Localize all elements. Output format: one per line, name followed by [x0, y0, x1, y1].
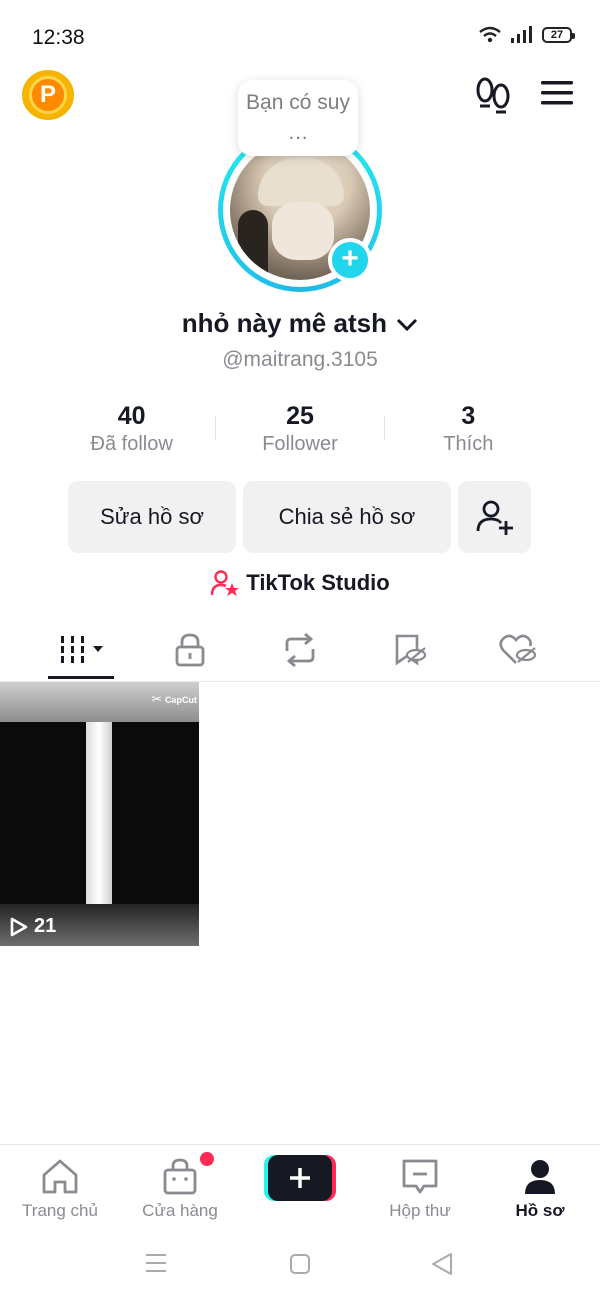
tab-reposts[interactable]	[250, 620, 350, 680]
status-icons: 27	[478, 26, 575, 44]
stat-followers[interactable]: 25 Follower	[216, 402, 383, 466]
profile-tabs	[0, 620, 600, 682]
notification-dot	[200, 1152, 214, 1166]
stat-label: Thích	[443, 433, 494, 455]
shopping-bag-icon	[163, 1158, 197, 1195]
active-tab-indicator	[48, 676, 114, 679]
nav-label: Hộp thư	[389, 1201, 451, 1220]
add-friends-button[interactable]	[458, 481, 531, 553]
username: @maitrang.3105	[222, 348, 378, 371]
add-user-icon	[476, 500, 513, 535]
video-views: 21	[10, 915, 56, 938]
display-name: nhỏ này mê atsh	[181, 308, 387, 338]
tiktok-studio-link[interactable]: TikTok Studio	[0, 568, 600, 598]
battery-icon: 27	[542, 27, 575, 43]
tab-liked[interactable]	[468, 620, 568, 680]
stat-label: Follower	[262, 433, 338, 455]
nav-label: Hồ sơ	[515, 1201, 565, 1220]
profile-note-bubble[interactable]: Bạn có suy …	[238, 80, 358, 156]
nav-profile[interactable]: Hồ sơ	[480, 1157, 600, 1221]
nav-label: Trang chủ	[22, 1201, 98, 1220]
stat-likes[interactable]: 3 Thích	[385, 402, 552, 466]
recents-icon[interactable]	[144, 1252, 168, 1274]
repost-icon	[285, 633, 315, 667]
status-bar: 12:38 27	[0, 0, 600, 70]
video-thumbnail[interactable]: ✂ CapCut 21	[0, 682, 199, 946]
add-story-button[interactable]: +	[328, 238, 372, 282]
stat-label: Đã follow	[90, 433, 173, 455]
chevron-down-icon	[397, 319, 418, 332]
inbox-icon	[402, 1159, 438, 1194]
stat-value: 25	[286, 402, 314, 430]
videos-grid-icon	[61, 636, 103, 663]
liked-hidden-icon	[499, 634, 537, 664]
create-button[interactable]	[264, 1155, 336, 1201]
wifi-icon	[479, 26, 501, 43]
menu-icon[interactable]	[540, 78, 574, 108]
profile-icon	[525, 1160, 555, 1194]
nav-inbox[interactable]: Hộp thư	[360, 1157, 480, 1221]
share-profile-button[interactable]: Chia sẻ hồ sơ	[243, 481, 451, 553]
home-icon	[42, 1159, 78, 1194]
signal-icon	[511, 26, 532, 43]
system-navigation-bar	[0, 1236, 600, 1300]
tab-favorites[interactable]	[360, 620, 460, 680]
status-time: 12:38	[32, 26, 85, 49]
view-count: 21	[34, 915, 57, 937]
stat-following[interactable]: 40 Đã follow	[48, 402, 215, 466]
footprints-icon[interactable]	[474, 76, 512, 116]
lock-icon	[175, 633, 205, 667]
creator-star-icon	[211, 570, 240, 596]
edit-profile-button[interactable]: Sửa hồ sơ	[68, 481, 236, 553]
display-name-switcher[interactable]: nhỏ này mê atsh	[0, 308, 600, 339]
bottom-navigation: Trang chủ Cửa hàng Hộp thư Hồ sơ	[0, 1144, 600, 1230]
points-badge-button[interactable]: P	[22, 70, 74, 120]
profile-note-text: Bạn có suy …	[246, 91, 350, 144]
play-icon	[10, 917, 28, 936]
profile-stats: 40 Đã follow 25 Follower 3 Thích	[48, 402, 552, 466]
tab-private[interactable]	[140, 620, 240, 680]
nav-shop[interactable]: Cửa hàng	[120, 1157, 240, 1221]
tab-videos[interactable]	[32, 620, 132, 680]
nav-home[interactable]: Trang chủ	[0, 1157, 120, 1221]
nav-label: Cửa hàng	[142, 1201, 218, 1220]
back-icon[interactable]	[430, 1252, 454, 1276]
studio-label: TikTok Studio	[246, 570, 390, 595]
points-icon: P	[29, 76, 67, 114]
capcut-watermark: ✂ CapCut	[151, 692, 197, 706]
stat-value: 3	[461, 402, 476, 430]
favorites-hidden-icon	[395, 634, 427, 666]
home-button-icon[interactable]	[288, 1252, 312, 1276]
stat-value: 40	[117, 402, 146, 430]
